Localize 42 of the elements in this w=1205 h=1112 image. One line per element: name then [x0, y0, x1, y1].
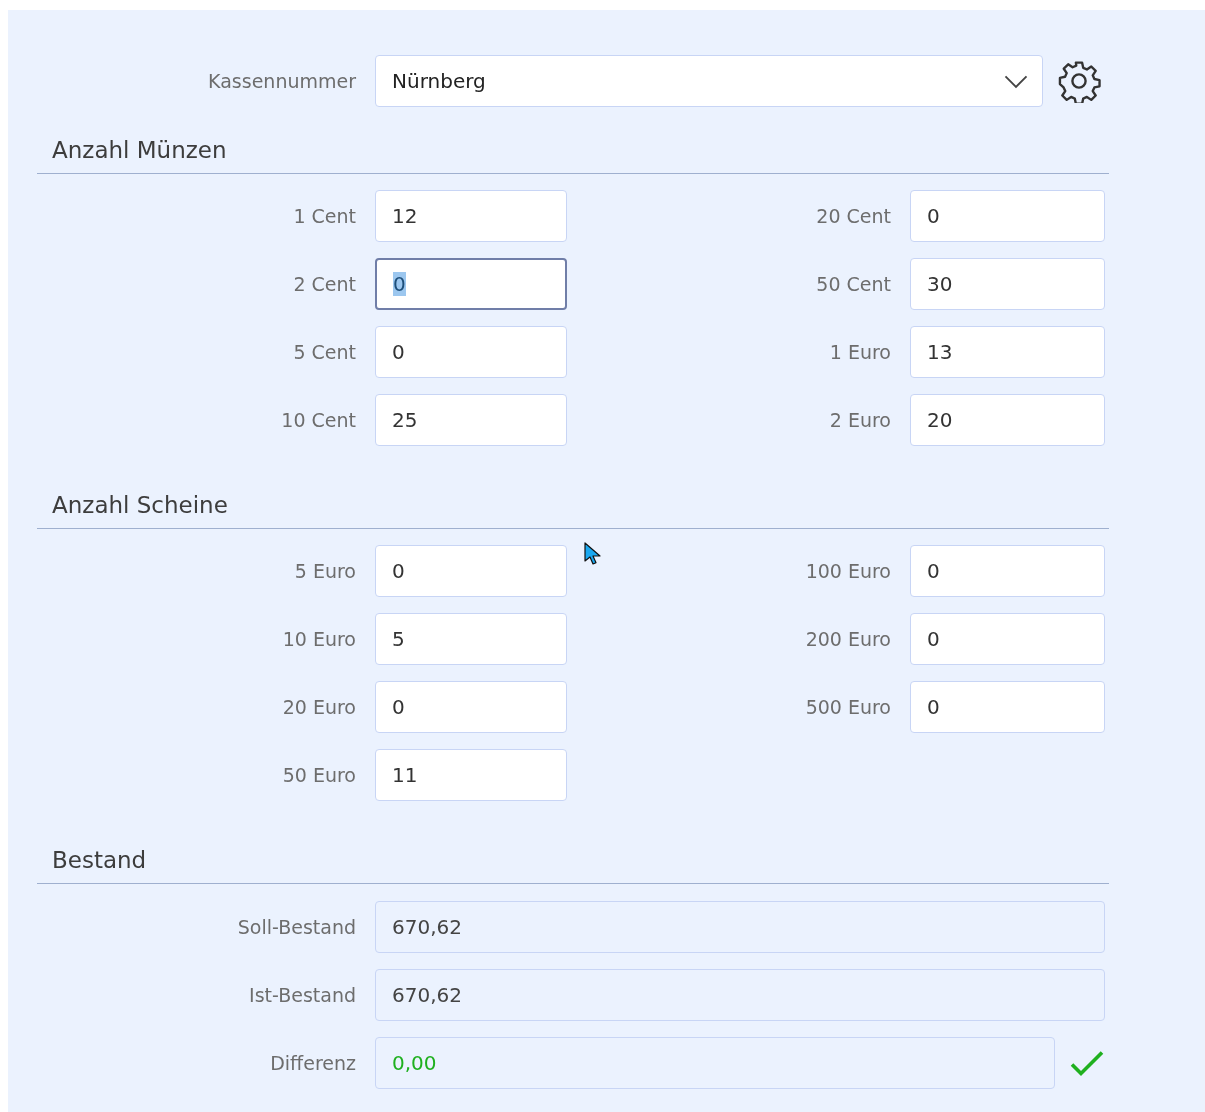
field-label: 100 Euro	[805, 560, 891, 582]
readonly-field: 670,62	[375, 901, 1105, 953]
input-field[interactable]: 0	[910, 190, 1105, 242]
section-heading: Anzahl Münzen	[37, 135, 1109, 174]
input-field[interactable]: 11	[375, 749, 567, 801]
field-label: 2 Euro	[829, 409, 891, 431]
input-field[interactable]: 13	[910, 326, 1105, 378]
input-field[interactable]: 0	[375, 258, 567, 310]
readonly-field: 670,62	[375, 969, 1105, 1021]
settings-icon[interactable]	[1057, 59, 1101, 103]
field-label: Kassennummer	[208, 70, 356, 92]
input-field[interactable]: 20	[910, 394, 1105, 446]
input-field[interactable]: 0	[375, 681, 567, 733]
field-label: 10 Cent	[281, 409, 356, 431]
field-label: 2 Cent	[293, 273, 356, 295]
field-label: 1 Cent	[293, 205, 356, 227]
field-label: 200 Euro	[805, 628, 891, 650]
input-field[interactable]: 0	[910, 613, 1105, 665]
field-label: 50 Euro	[282, 764, 356, 786]
field-label: Ist-Bestand	[249, 984, 356, 1006]
field-label: 500 Euro	[805, 696, 891, 718]
input-field[interactable]: 25	[375, 394, 567, 446]
readonly-field: 0,00	[375, 1037, 1055, 1089]
section-heading: Anzahl Scheine	[37, 490, 1109, 529]
section-heading: Bestand	[37, 845, 1109, 884]
field-label: 50 Cent	[816, 273, 891, 295]
input-field[interactable]: 30	[910, 258, 1105, 310]
input-field[interactable]: 0	[375, 545, 567, 597]
field-label: 10 Euro	[282, 628, 356, 650]
register-dropdown[interactable]: Nürnberg	[375, 55, 1043, 107]
input-field[interactable]: 5	[375, 613, 567, 665]
input-field[interactable]: 0	[910, 681, 1105, 733]
input-field[interactable]: 0	[910, 545, 1105, 597]
input-field[interactable]: 0	[375, 326, 567, 378]
field-label: Soll-Bestand	[237, 916, 356, 938]
field-label: 20 Euro	[282, 696, 356, 718]
field-label: 20 Cent	[816, 205, 891, 227]
field-label: 5 Cent	[293, 341, 356, 363]
field-label: 1 Euro	[829, 341, 891, 363]
input-field[interactable]: 12	[375, 190, 567, 242]
field-label: Differenz	[270, 1052, 356, 1074]
field-label: 5 Euro	[294, 560, 356, 582]
